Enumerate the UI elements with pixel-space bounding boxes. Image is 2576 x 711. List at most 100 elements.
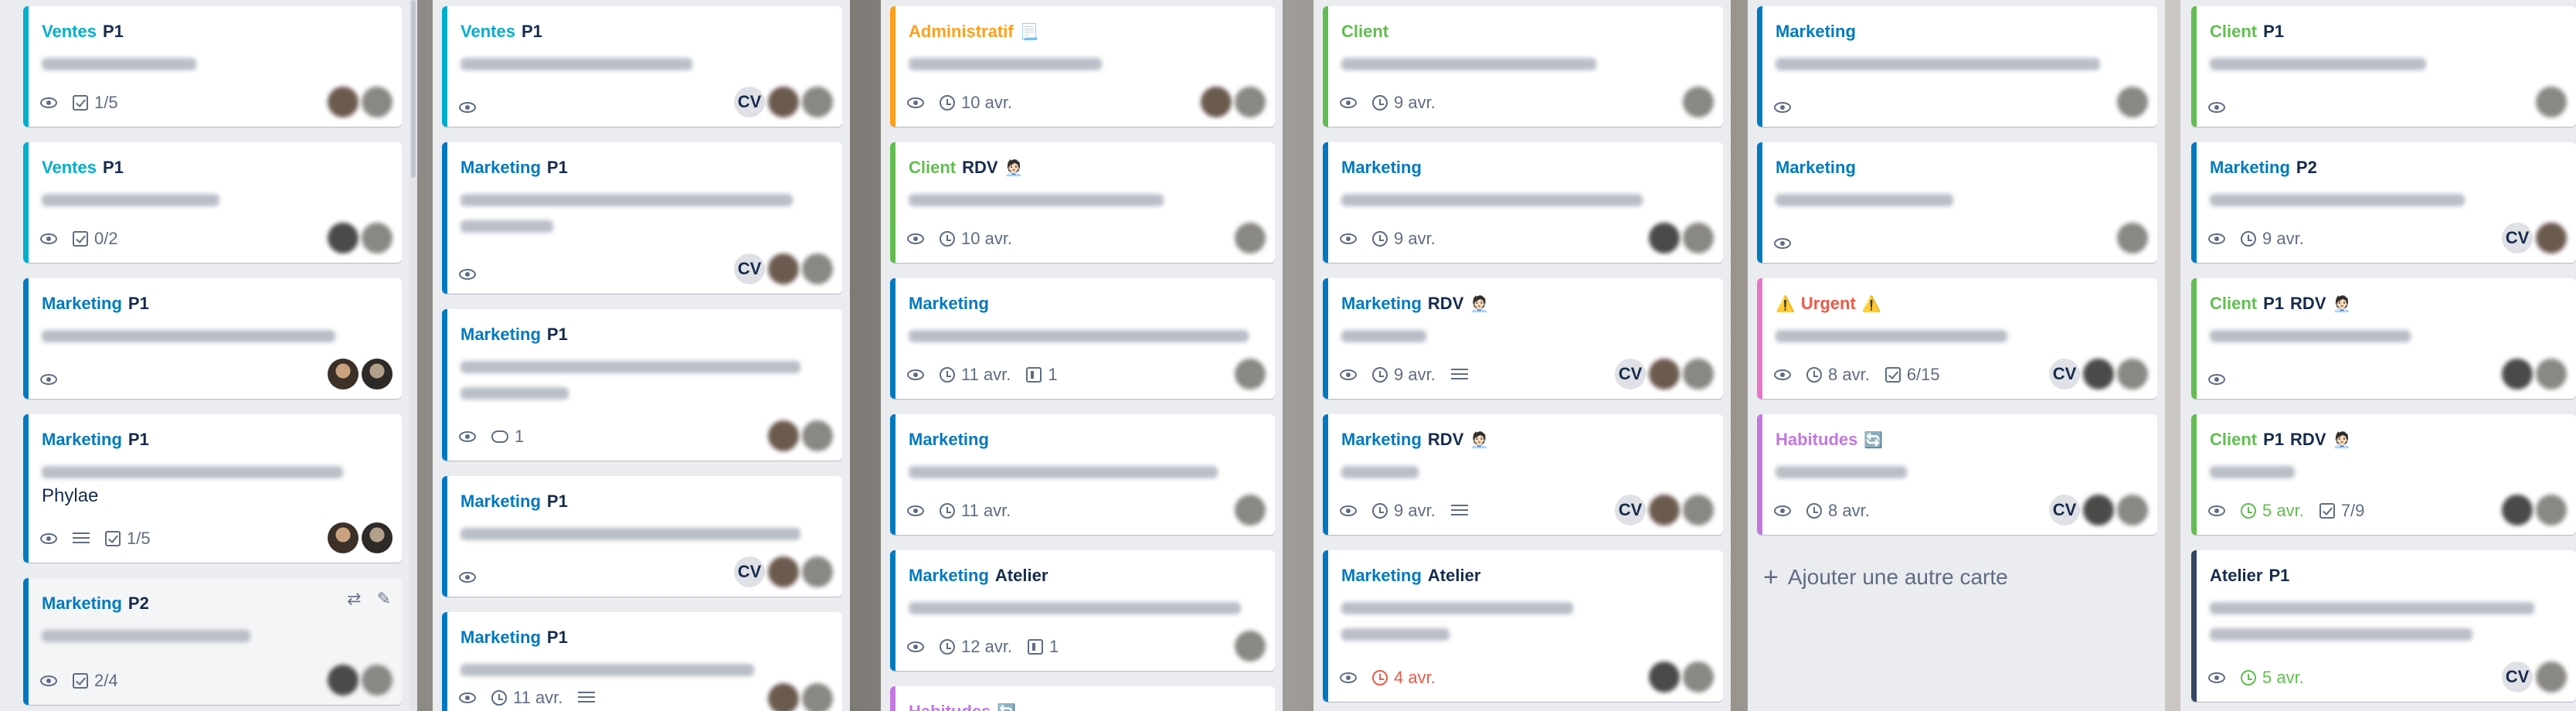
- card[interactable]: Ventes P1 CV: [442, 6, 842, 127]
- avatar[interactable]: [362, 359, 393, 390]
- card[interactable]: Administratif 📃 10 avr.: [890, 6, 1275, 127]
- avatar[interactable]: [802, 87, 833, 117]
- avatar[interactable]: [2536, 495, 2567, 526]
- avatar[interactable]: [2536, 662, 2567, 692]
- avatar[interactable]: [1649, 662, 1680, 692]
- avatar[interactable]: [362, 223, 393, 253]
- avatar-initials[interactable]: CV: [2502, 223, 2533, 253]
- avatar[interactable]: [2117, 495, 2148, 526]
- avatar[interactable]: [328, 223, 359, 253]
- card[interactable]: Marketing P1 Phylae 1/5: [23, 414, 402, 563]
- card[interactable]: Marketing 11 avr.: [890, 414, 1275, 535]
- avatar[interactable]: [768, 683, 799, 711]
- list-scrollbar[interactable]: [410, 0, 417, 711]
- pencil-icon[interactable]: ✎: [377, 589, 391, 609]
- card[interactable]: Marketing P1 11 avr.: [442, 612, 842, 711]
- card[interactable]: Marketing P1 1: [442, 309, 842, 461]
- card[interactable]: Habitudes 🔄 8 avr. CV: [1757, 414, 2157, 535]
- avatar[interactable]: [2117, 223, 2148, 253]
- card[interactable]: Habitudes🔄: [890, 686, 1275, 711]
- avatar[interactable]: [2083, 495, 2114, 526]
- avatar[interactable]: [2502, 495, 2533, 526]
- avatar[interactable]: [1235, 223, 1266, 253]
- avatar-initials[interactable]: CV: [2049, 359, 2080, 390]
- card[interactable]: Marketing P2 9 avr. CV: [2191, 142, 2576, 263]
- card[interactable]: Ventes P1 0/2: [23, 142, 402, 263]
- avatar-initials[interactable]: CV: [1615, 359, 1646, 390]
- card[interactable]: Marketing 11 avr. 1: [890, 278, 1275, 399]
- avatar[interactable]: [2117, 359, 2148, 390]
- avatar[interactable]: [768, 420, 799, 451]
- card[interactable]: Client 9 avr.: [1323, 6, 1723, 127]
- avatar[interactable]: [802, 420, 833, 451]
- avatar[interactable]: [768, 556, 799, 587]
- card[interactable]: Atelier P1 5 avr. CV: [2191, 550, 2576, 702]
- avatar[interactable]: [1683, 223, 1714, 253]
- avatar[interactable]: [802, 556, 833, 587]
- card-title-blurred: [2210, 187, 2557, 213]
- card[interactable]: Marketing P1 CV: [442, 142, 842, 294]
- card[interactable]: Client RDV 🧑🏻‍💼 10 avr.: [890, 142, 1275, 263]
- avatar[interactable]: [362, 522, 393, 553]
- avatar[interactable]: [2536, 223, 2567, 253]
- card[interactable]: Marketing P2 ⇄ ✎ 2/4: [23, 578, 402, 705]
- avatar[interactable]: [1683, 87, 1714, 117]
- checklist-count: 7/9: [2340, 501, 2365, 520]
- avatar[interactable]: [1683, 495, 1714, 526]
- card[interactable]: Marketing RDV 🧑🏻‍💼 9 avr. CV: [1323, 414, 1723, 535]
- card[interactable]: Client P1: [2191, 6, 2576, 127]
- eye-icon: [907, 233, 924, 244]
- card[interactable]: Ventes P1 1/5: [23, 6, 402, 127]
- avatar[interactable]: [362, 665, 393, 696]
- avatar[interactable]: [802, 253, 833, 284]
- avatar[interactable]: [768, 87, 799, 117]
- avatar-initials[interactable]: CV: [2049, 495, 2080, 526]
- avatar[interactable]: [328, 87, 359, 117]
- add-card-button[interactable]: + Ajouter une autre carte: [1763, 564, 2008, 590]
- avatar-initials[interactable]: CV: [734, 556, 765, 587]
- avatar[interactable]: [1235, 359, 1266, 390]
- card[interactable]: Client P1 RDV 🧑🏻‍💼 5 avr. 7/9: [2191, 414, 2576, 535]
- avatar[interactable]: [1683, 359, 1714, 390]
- card[interactable]: Marketing P1 CV: [442, 476, 842, 597]
- avatar[interactable]: [2502, 359, 2533, 390]
- avatar[interactable]: [1683, 662, 1714, 692]
- avatar[interactable]: [802, 683, 833, 711]
- card[interactable]: Marketing Atelier 4 avr.: [1323, 550, 1723, 702]
- avatar[interactable]: [1235, 631, 1266, 662]
- avatar[interactable]: [362, 87, 393, 117]
- avatar-initials[interactable]: CV: [734, 253, 765, 284]
- avatar-initials[interactable]: CV: [1615, 495, 1646, 526]
- due-date: 8 avr.: [1828, 365, 1870, 384]
- avatar[interactable]: [328, 359, 359, 390]
- card[interactable]: Client P1 RDV 🧑🏻‍💼: [2191, 278, 2576, 399]
- avatar[interactable]: [2117, 87, 2148, 117]
- avatar[interactable]: [2536, 359, 2567, 390]
- avatar[interactable]: [2083, 359, 2114, 390]
- checklist-count: 0/2: [94, 229, 118, 248]
- avatar[interactable]: [768, 253, 799, 284]
- avatar[interactable]: [2536, 87, 2567, 117]
- eye-icon: [1340, 505, 1357, 516]
- avatar[interactable]: [328, 665, 359, 696]
- avatar-initials[interactable]: CV: [734, 87, 765, 117]
- card[interactable]: Marketing P1: [23, 278, 402, 399]
- swap-icon[interactable]: ⇄: [347, 589, 361, 609]
- avatar[interactable]: [1235, 87, 1266, 117]
- card[interactable]: Marketing RDV 🧑🏻‍💼 9 avr. CV: [1323, 278, 1723, 399]
- card-title-blurred: [1341, 51, 1704, 77]
- card[interactable]: Marketing: [1757, 6, 2157, 127]
- card-title-blurred: [460, 354, 824, 408]
- card-title-blurred: [1776, 323, 2139, 349]
- avatar[interactable]: [1201, 87, 1232, 117]
- avatar[interactable]: [1649, 495, 1680, 526]
- avatar[interactable]: [1235, 495, 1266, 526]
- avatar[interactable]: [1649, 223, 1680, 253]
- avatar[interactable]: [1649, 359, 1680, 390]
- card[interactable]: Marketing: [1757, 142, 2157, 263]
- avatar-initials[interactable]: CV: [2502, 662, 2533, 692]
- card[interactable]: ⚠️ Urgent ⚠️ 8 avr. 6/15 CV: [1757, 278, 2157, 399]
- card[interactable]: Marketing 9 avr.: [1323, 142, 1723, 263]
- card[interactable]: Marketing Atelier 12 avr. 1: [890, 550, 1275, 671]
- avatar[interactable]: [328, 522, 359, 553]
